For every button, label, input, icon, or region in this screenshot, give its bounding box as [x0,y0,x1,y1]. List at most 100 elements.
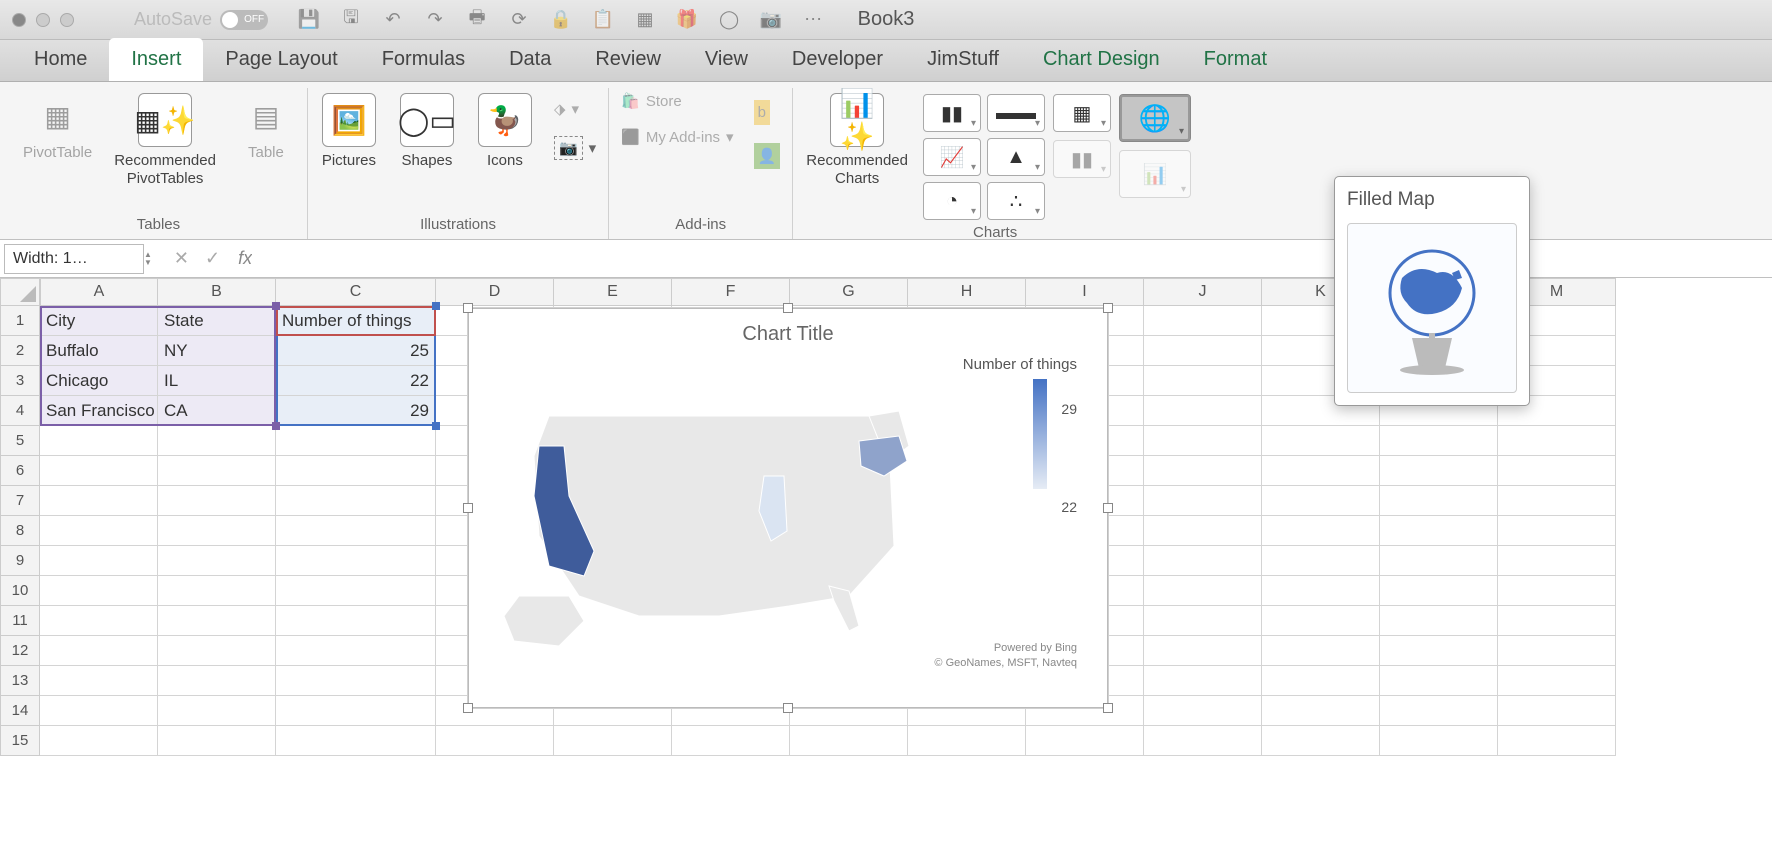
row-header[interactable]: 7 [0,486,40,516]
cell[interactable] [276,606,436,636]
recommended-charts-button[interactable]: 📊✨ Recommended Charts [799,88,915,193]
row-header[interactable]: 9 [0,546,40,576]
tab-review[interactable]: Review [573,38,683,81]
formula-input[interactable] [252,244,1772,274]
cell[interactable] [276,426,436,456]
cell[interactable] [1498,546,1616,576]
cell[interactable] [1380,696,1498,726]
my-addins-button[interactable]: ⬛My Add-ins ▾ [615,124,739,150]
range-handle[interactable] [272,422,280,430]
cell[interactable] [1380,636,1498,666]
cell[interactable] [1498,516,1616,546]
cell[interactable] [1262,576,1380,606]
cell[interactable] [276,726,436,756]
name-box-spinner[interactable]: ▲▼ [144,251,152,267]
cell[interactable] [276,546,436,576]
row-header[interactable]: 4 [0,396,40,426]
cell[interactable]: IL [158,366,276,396]
cell[interactable] [1498,726,1616,756]
column-header[interactable]: I [1026,278,1144,306]
cell[interactable] [1144,396,1262,426]
store-button[interactable]: 🛍️Store [615,88,739,114]
enter-formula-icon[interactable]: ✓ [205,248,220,269]
cell[interactable] [1380,606,1498,636]
row-header[interactable]: 13 [0,666,40,696]
column-header[interactable]: A [40,278,158,306]
column-header[interactable]: H [908,278,1026,306]
bing-maps-addin[interactable]: b [748,96,787,129]
cell[interactable] [158,426,276,456]
range-handle[interactable] [432,422,440,430]
cell[interactable] [1144,456,1262,486]
cell[interactable]: City [40,306,158,336]
save-alt-icon[interactable]: 🖫 [340,9,362,31]
cell[interactable] [790,726,908,756]
cell[interactable]: San Francisco [40,396,158,426]
icons-button[interactable]: 🦆 Icons [470,88,540,175]
combo-chart-button[interactable]: 📊 [1119,150,1191,198]
tab-jimstuff[interactable]: JimStuff [905,38,1021,81]
cell[interactable] [1144,516,1262,546]
cell[interactable] [1498,486,1616,516]
cell[interactable]: Number of things [276,306,436,336]
cell[interactable] [1380,456,1498,486]
circle-icon[interactable]: ◯ [718,9,740,31]
tab-chart-design[interactable]: Chart Design [1021,38,1182,81]
cell[interactable] [40,576,158,606]
cell[interactable] [1380,546,1498,576]
chart-resize-handle[interactable] [783,303,793,313]
undo-icon[interactable]: ↶ [382,9,404,31]
cell[interactable] [158,696,276,726]
tab-developer[interactable]: Developer [770,38,905,81]
cell[interactable] [40,426,158,456]
cell[interactable] [436,726,554,756]
pie-chart-button[interactable]: ◔ [923,182,981,220]
cancel-formula-icon[interactable]: ✕ [174,248,189,269]
cell[interactable] [672,726,790,756]
cell[interactable] [158,456,276,486]
cell[interactable] [1144,576,1262,606]
cell[interactable] [554,726,672,756]
range-handle[interactable] [432,302,440,310]
cell[interactable] [40,516,158,546]
cell[interactable] [1380,516,1498,546]
row-header[interactable]: 6 [0,456,40,486]
filled-map-option[interactable] [1347,223,1517,393]
cell[interactable] [1498,456,1616,486]
cell[interactable]: State [158,306,276,336]
autosave-toggle[interactable]: OFF [220,10,268,30]
column-header[interactable]: G [790,278,908,306]
row-header[interactable]: 2 [0,336,40,366]
cell[interactable] [1262,546,1380,576]
row-header[interactable]: 1 [0,306,40,336]
cell[interactable] [1262,456,1380,486]
row-header[interactable]: 15 [0,726,40,756]
cell[interactable] [1144,486,1262,516]
map-chart-dropdown[interactable]: Filled Map [1334,176,1530,406]
area-chart-button[interactable]: ▲ [987,138,1045,176]
cell[interactable] [1144,696,1262,726]
bar-chart-button[interactable]: ▬▬ [987,94,1045,132]
cell[interactable] [276,666,436,696]
cell[interactable] [1144,336,1262,366]
tab-format[interactable]: Format [1182,38,1289,81]
row-header[interactable]: 10 [0,576,40,606]
tab-insert[interactable]: Insert [109,38,203,81]
cell[interactable] [1262,486,1380,516]
column-header[interactable]: J [1144,278,1262,306]
tab-formulas[interactable]: Formulas [360,38,487,81]
cell[interactable] [1144,546,1262,576]
cell[interactable] [1498,666,1616,696]
range-handle[interactable] [272,302,280,310]
cell[interactable]: 25 [276,336,436,366]
row-header[interactable]: 14 [0,696,40,726]
people-graph-addin[interactable]: 👤 [748,139,787,173]
hierarchy-chart-button[interactable]: ▦ [1053,94,1111,132]
cell[interactable] [158,576,276,606]
table-button[interactable]: ▤ Table [231,88,301,167]
cell[interactable] [1262,666,1380,696]
customize-qat-icon[interactable]: ⋯ [802,9,824,31]
shapes-button[interactable]: ◯▭ Shapes [392,88,462,175]
cell[interactable] [1262,426,1380,456]
cell[interactable] [40,456,158,486]
